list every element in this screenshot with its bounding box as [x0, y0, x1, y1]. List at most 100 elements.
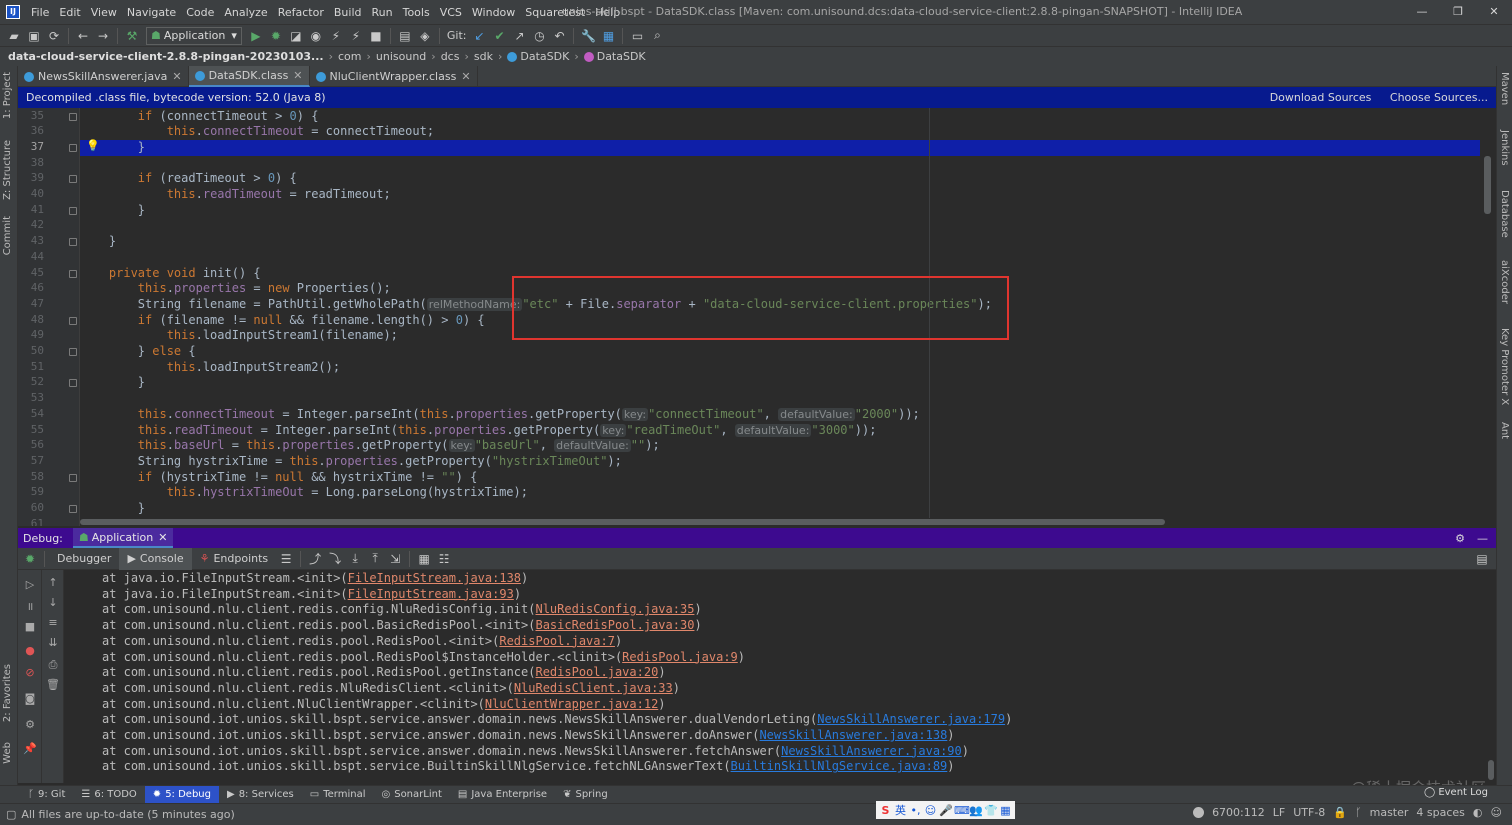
close-tab-icon[interactable]: ✕: [172, 70, 181, 83]
tool-tab-maven[interactable]: Maven: [1499, 72, 1510, 105]
menu-view[interactable]: View: [86, 6, 122, 19]
menu-navigate[interactable]: Navigate: [122, 6, 181, 19]
line-number[interactable]: 41: [18, 203, 44, 216]
choose-sources-link[interactable]: Choose Sources...: [1390, 91, 1488, 104]
console-output[interactable]: at java.io.FileInputStream.<init>(FileIn…: [64, 570, 1488, 783]
code-line[interactable]: if (readTimeout > 0) {: [80, 171, 1480, 187]
bottom-tab-git[interactable]: ᚴ 9: Git: [20, 786, 73, 804]
code-line[interactable]: if (hystrixTime != null && hystrixTime !…: [80, 470, 1480, 486]
source-link[interactable]: NluClientWrapper.java:12: [485, 697, 658, 711]
camera-icon[interactable]: ◙: [23, 692, 37, 706]
line-number[interactable]: 59: [18, 485, 44, 498]
intention-bulb-icon[interactable]: 💡: [86, 139, 100, 152]
step-into-icon[interactable]: ⤓: [346, 550, 364, 568]
close-tab-icon[interactable]: ✕: [158, 531, 167, 544]
save-all-icon[interactable]: ▣: [25, 27, 43, 45]
ime-button[interactable]: 🎤: [939, 804, 953, 817]
line-number[interactable]: 58: [18, 470, 44, 483]
profile-icon[interactable]: ◉: [307, 27, 325, 45]
debug-icon[interactable]: ✹: [267, 27, 285, 45]
code-line[interactable]: }: [80, 375, 1480, 391]
ime-button[interactable]: ☺: [924, 804, 937, 817]
tool-tab-structure[interactable]: Z: Structure: [2, 140, 13, 200]
attach-icon[interactable]: ⚡: [327, 27, 345, 45]
git-push-icon[interactable]: ↗: [510, 27, 528, 45]
menu-vcs[interactable]: VCS: [435, 6, 467, 19]
line-number[interactable]: 54: [18, 407, 44, 420]
code-line[interactable]: this.connectTimeout = Integer.parseInt(t…: [80, 407, 1480, 423]
run-to-cursor-icon[interactable]: ⇲: [386, 550, 404, 568]
source-link[interactable]: NluRedisClient.java:33: [514, 681, 673, 695]
code-line[interactable]: }: [80, 139, 1480, 156]
fold-marker-icon[interactable]: [69, 473, 77, 482]
hide-icon[interactable]: —: [1477, 532, 1488, 545]
close-tab-icon[interactable]: ✕: [293, 69, 302, 82]
coverage-icon[interactable]: ◪: [287, 27, 305, 45]
ime-button[interactable]: ▦: [999, 804, 1012, 817]
source-link[interactable]: NewsSkillAnswerer.java:90: [781, 744, 962, 758]
source-link[interactable]: RedisPool.java:20: [535, 665, 658, 679]
line-separator[interactable]: LF: [1273, 806, 1285, 819]
line-number[interactable]: 51: [18, 360, 44, 373]
ime-button[interactable]: ⌨: [954, 804, 970, 817]
scrollbar-thumb[interactable]: [80, 519, 1165, 525]
line-number[interactable]: 39: [18, 171, 44, 184]
tool-tab-jenkins[interactable]: Jenkins: [1499, 130, 1510, 166]
horizontal-scrollbar[interactable]: [80, 518, 1480, 526]
down-arrow-icon[interactable]: ↓: [46, 596, 60, 610]
view-breakpoints-icon[interactable]: ●: [23, 644, 37, 658]
up-arrow-icon[interactable]: ↑: [46, 576, 60, 590]
fold-marker-icon[interactable]: [69, 238, 77, 247]
breadcrumb-package[interactable]: unisound: [376, 50, 426, 63]
vertical-scrollbar[interactable]: [1484, 108, 1492, 526]
file-encoding[interactable]: UTF-8: [1293, 806, 1325, 819]
code-line[interactable]: this.hystrixTimeOut = Long.parseLong(hys…: [80, 485, 1480, 501]
breadcrumb-class[interactable]: DataSDK: [520, 50, 569, 63]
git-history-icon[interactable]: ◷: [530, 27, 548, 45]
scrollbar-thumb[interactable]: [1484, 156, 1491, 214]
settings-icon[interactable]: ⚙: [23, 718, 37, 732]
event-log-button[interactable]: ◯ Event Log: [1424, 787, 1488, 798]
line-number[interactable]: 40: [18, 187, 44, 200]
line-number[interactable]: 35: [18, 109, 44, 122]
code-line[interactable]: [80, 250, 1480, 266]
tool-tab-aixcoder[interactable]: aiXcoder: [1499, 260, 1510, 304]
code-line[interactable]: [80, 156, 1480, 172]
code-line[interactable]: [80, 218, 1480, 234]
line-number[interactable]: 57: [18, 454, 44, 467]
fold-marker-icon[interactable]: [69, 316, 77, 325]
menu-window[interactable]: Window: [467, 6, 520, 19]
line-number[interactable]: 49: [18, 328, 44, 341]
back-icon[interactable]: ←: [74, 27, 92, 45]
presentation-icon[interactable]: ▭: [628, 27, 646, 45]
fold-marker-icon[interactable]: [69, 206, 77, 215]
tool-tab-ant[interactable]: Ant: [1499, 422, 1510, 439]
show-execution-point-icon[interactable]: ⤴: [306, 550, 324, 568]
menu-build[interactable]: Build: [329, 6, 367, 19]
trace-icon[interactable]: ☷: [435, 550, 453, 568]
breadcrumb-method[interactable]: DataSDK: [597, 50, 646, 63]
git-commit-icon[interactable]: ✔: [490, 27, 508, 45]
git-branch[interactable]: master: [1370, 806, 1409, 819]
mute-breakpoints-icon[interactable]: ⊘: [23, 666, 37, 680]
code-line[interactable]: this.readTimeout = readTimeout;: [80, 187, 1480, 203]
ime-button[interactable]: 👕: [984, 804, 998, 817]
tab-endpoints[interactable]: ⚘ Endpoints: [192, 548, 277, 570]
tool-tab-commit[interactable]: Commit: [2, 216, 13, 255]
line-number[interactable]: 45: [18, 266, 44, 279]
evaluate-icon[interactable]: ▦: [415, 550, 433, 568]
tool-tab-favorites[interactable]: 2: Favorites: [2, 664, 13, 722]
git-rollback-icon[interactable]: ↶: [550, 27, 568, 45]
line-number[interactable]: 61: [18, 517, 44, 526]
line-number[interactable]: 42: [18, 218, 44, 231]
open-folder-icon[interactable]: ▰: [5, 27, 23, 45]
bottom-tab-spring[interactable]: ❦ Spring: [555, 786, 616, 804]
stop-icon[interactable]: ■: [367, 27, 385, 45]
line-number[interactable]: 53: [18, 391, 44, 404]
source-link[interactable]: BasicRedisPool.java:30: [535, 618, 694, 632]
tool-tab-project[interactable]: 1: Project: [2, 72, 13, 119]
restore-button[interactable]: ❐: [1440, 0, 1476, 24]
code-line[interactable]: }: [80, 203, 1480, 219]
sdk-icon[interactable]: ◈: [416, 27, 434, 45]
build-hammer-icon[interactable]: ⚒: [123, 27, 141, 45]
